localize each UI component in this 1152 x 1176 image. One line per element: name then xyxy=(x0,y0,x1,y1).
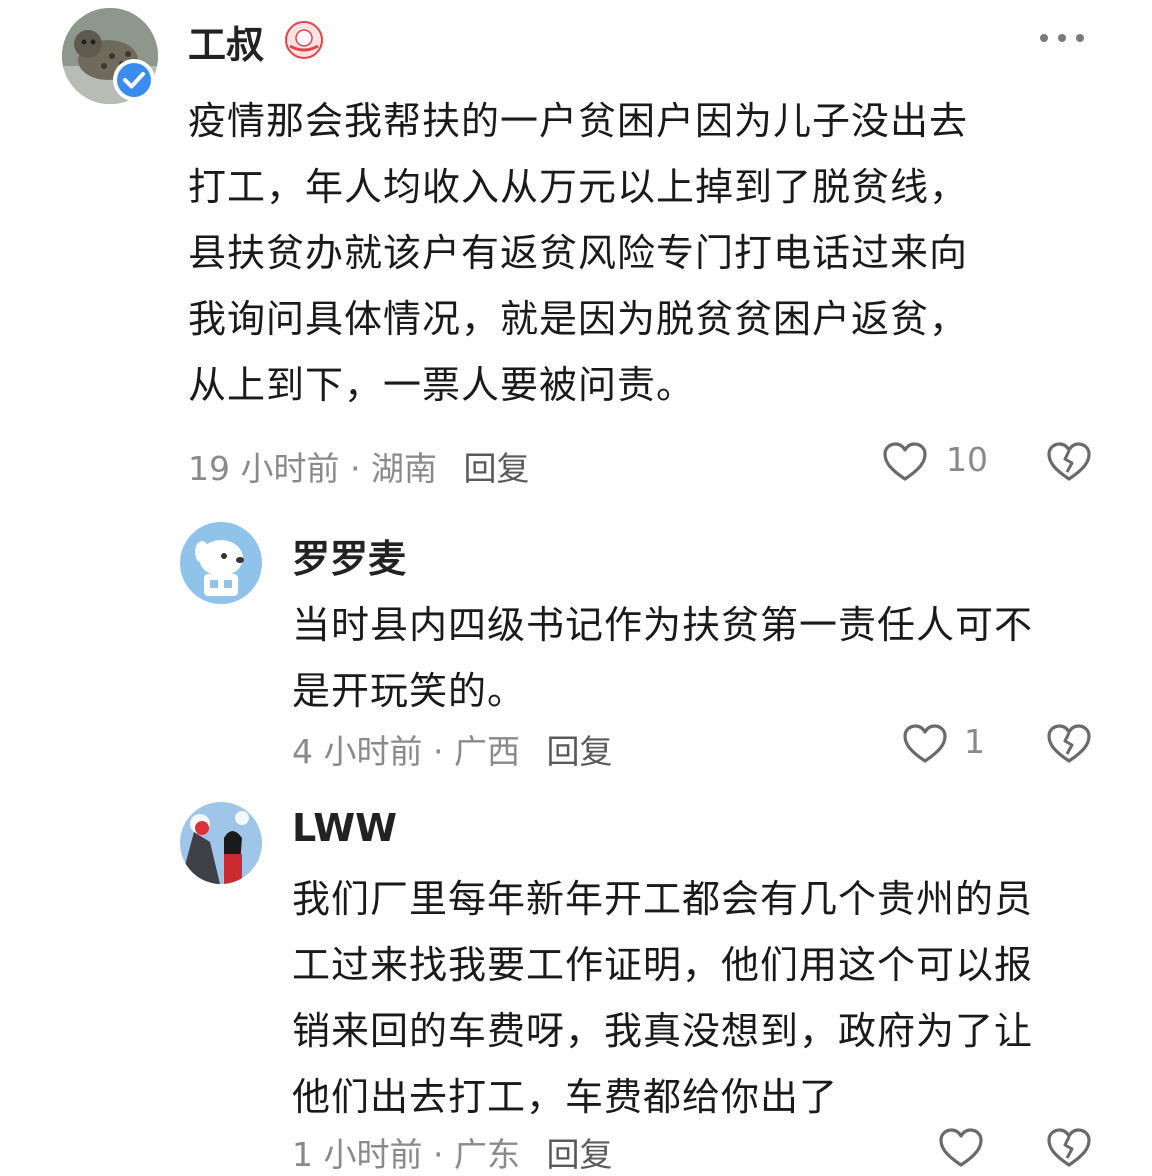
meta-separator: · xyxy=(433,732,444,771)
reply-avatar[interactable] xyxy=(180,522,262,604)
broken-heart-icon xyxy=(1047,724,1091,763)
broken-heart-icon xyxy=(1047,1128,1091,1167)
heart-outline-icon xyxy=(939,1128,983,1167)
reply-text: 我们厂里每年新年开工都会有几个贵州的员 工过来找我要工作证明，他们用这个可以报 … xyxy=(292,866,1112,1130)
comment-time: 1 小时前 xyxy=(292,1135,423,1174)
comment-text: 疫情那会我帮扶的一户贫困户因为儿子没出去 打工，年人均收入从万元以上掉到了脱贫线… xyxy=(188,88,1108,418)
like-count: 1 xyxy=(964,722,985,761)
comment-location: 湖南 xyxy=(370,449,437,488)
anime-avatar xyxy=(180,802,262,884)
author-name[interactable]: 工叔 xyxy=(188,14,264,69)
comment-line: 我询问具体情况，就是因为脱贫贫困户返贫， xyxy=(188,297,969,341)
reply-avatar[interactable] xyxy=(180,802,262,884)
comment-location: 广西 xyxy=(454,732,520,771)
reply-author-name[interactable]: 罗罗麦 xyxy=(292,528,406,583)
dislike-button[interactable] xyxy=(1044,720,1094,768)
comment-line: 销来回的车费呀，我真没想到，政府为了让 xyxy=(292,1009,1034,1053)
comment-line: 打工，年人均收入从万元以上掉到了脱贫线， xyxy=(188,165,969,209)
dislike-button[interactable] xyxy=(1044,1124,1094,1172)
reply-meta: 1 小时前 · 广东 回复 xyxy=(292,1128,613,1176)
reply-author-name[interactable]: LWW xyxy=(292,806,397,850)
like-button[interactable] xyxy=(880,438,930,486)
comment-line: 是开玩笑的。 xyxy=(292,669,527,713)
heart-outline-icon xyxy=(903,724,947,763)
comment-line: 当时县内四级书记作为扶贫第一责任人可不 xyxy=(292,603,1034,647)
reply-meta: 4 小时前 · 广西 回复 xyxy=(292,725,613,773)
comment-line: 他们出去打工，车费都给你出了 xyxy=(292,1075,839,1119)
like-button[interactable] xyxy=(936,1124,986,1172)
like-count: 10 xyxy=(946,440,988,479)
comment-meta: 19 小时前 · 湖南 回复 xyxy=(188,442,529,490)
comment-line: 疫情那会我帮扶的一户贫困户因为儿子没出去 xyxy=(188,99,969,143)
reply-button[interactable]: 回复 xyxy=(463,449,529,488)
broken-heart-icon xyxy=(1047,442,1091,481)
dislike-button[interactable] xyxy=(1044,438,1094,486)
comment-line: 我们厂里每年新年开工都会有几个贵州的员 xyxy=(292,877,1034,921)
meta-separator: · xyxy=(433,1135,444,1174)
comment-line: 从上到下，一票人要被问责。 xyxy=(188,363,696,407)
reply-button[interactable]: 回复 xyxy=(547,732,613,771)
comment-location: 广东 xyxy=(454,1135,520,1174)
like-button[interactable] xyxy=(900,720,950,768)
reply-text: 当时县内四级书记作为扶贫第一责任人可不 是开玩笑的。 xyxy=(292,592,1112,724)
more-options-icon[interactable] xyxy=(1036,30,1088,46)
heart-outline-icon xyxy=(883,442,927,481)
comment-line: 县扶贫办就该户有返贫风险专门打电话过来向 xyxy=(188,231,969,275)
meta-separator: · xyxy=(349,449,361,488)
comment-time: 19 小时前 xyxy=(188,449,340,488)
comment-line: 工过来找我要工作证明，他们用这个可以报 xyxy=(292,943,1034,987)
comment-time: 4 小时前 xyxy=(292,732,423,771)
verified-badge-icon xyxy=(112,58,156,102)
fan-badge-icon xyxy=(284,20,324,60)
dog-avatar xyxy=(180,522,262,604)
reply-button[interactable]: 回复 xyxy=(547,1135,613,1174)
